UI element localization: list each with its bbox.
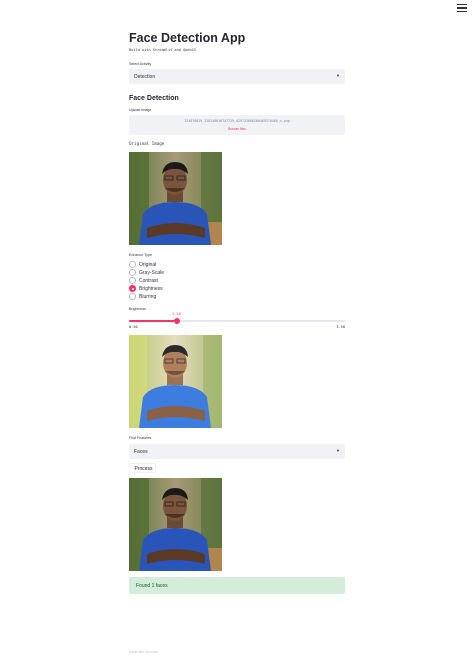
enhance-type-label: Enhance Type — [129, 253, 152, 257]
file-uploader[interactable]: 324076019_318248616747729_42973366626048… — [129, 115, 345, 135]
process-button-label: Process — [134, 466, 153, 473]
browse-files-link[interactable]: Browse files — [129, 127, 345, 131]
brightness-slider: 2.10 0.50 3.50 — [129, 310, 345, 332]
success-message-text: Found 1 faces — [136, 582, 168, 589]
radio-dot — [129, 277, 136, 284]
slider-max: 3.50 — [336, 325, 345, 329]
radio-dot — [129, 285, 136, 292]
caret-down-icon: ▼ — [336, 73, 340, 78]
slider-fill — [129, 320, 177, 322]
portrait-photo — [129, 335, 222, 428]
radio-label: Contrast — [139, 277, 158, 284]
activity-select[interactable]: Detection ▼ — [129, 69, 345, 84]
portrait-photo — [129, 152, 222, 245]
original-image-label: Original Image — [129, 141, 165, 146]
result-photo — [129, 478, 222, 571]
features-select[interactable]: Faces ▼ — [129, 444, 345, 459]
radio-label: Original — [139, 261, 157, 268]
radio-label: Blurring — [139, 293, 157, 300]
radio-dot — [129, 261, 136, 268]
original-photo — [129, 152, 222, 245]
process-button[interactable]: Process — [129, 463, 156, 473]
slider-thumb[interactable] — [173, 317, 180, 324]
success-message: Found 1 faces — [129, 577, 345, 594]
enhanced-photo — [129, 335, 222, 428]
page-subtitle: Build with Streamlit and OpenCV — [129, 48, 197, 52]
radio-label: Gray-Scale — [139, 269, 165, 276]
hamburger-menu-icon[interactable] — [457, 4, 467, 13]
portrait-photo — [129, 478, 222, 571]
footer-text[interactable]: Made with Streamlit — [129, 650, 158, 654]
slider-min: 0.50 — [129, 325, 138, 329]
radio-dot — [129, 269, 136, 276]
features-select-value: Faces — [134, 448, 148, 455]
upload-image-label: Upload Image — [129, 108, 152, 112]
find-features-label: Find Features — [129, 436, 152, 440]
page-title: Face Detection App — [129, 31, 246, 45]
caret-down-icon: ▼ — [336, 448, 340, 453]
slider-current-value: 2.10 — [172, 312, 181, 316]
activity-select-value: Detection — [134, 73, 156, 80]
uploaded-file-name: 324076019_318248616747729_42973366626048… — [184, 119, 290, 123]
section-heading: Face Detection — [129, 95, 179, 102]
select-activity-label: Select Activity — [129, 62, 152, 66]
radio-dot — [129, 293, 136, 300]
radio-label: Brightness — [139, 285, 163, 292]
